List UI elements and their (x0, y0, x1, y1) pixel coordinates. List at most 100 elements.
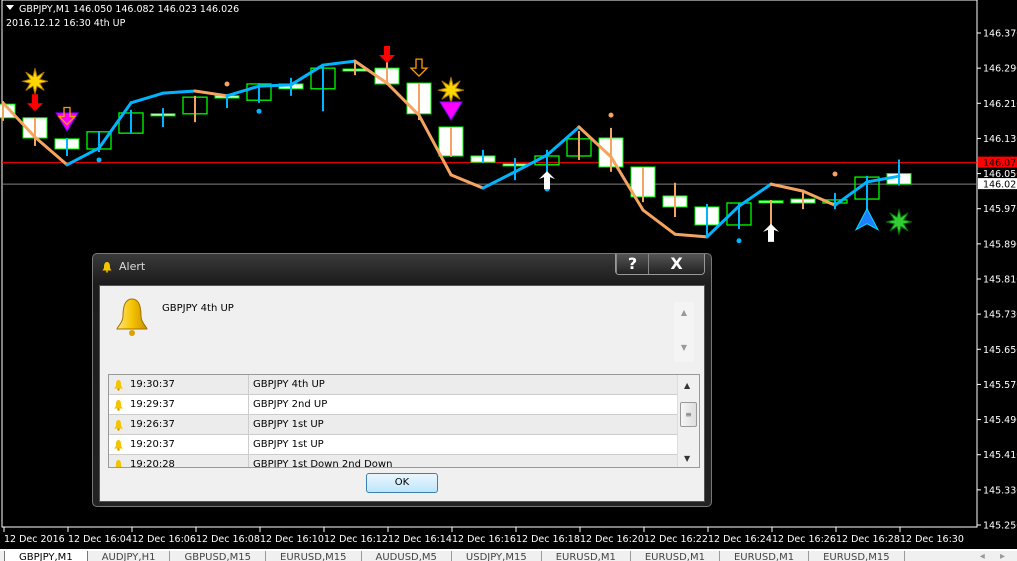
tab-scroll-arrows[interactable]: ◂ ▸ (980, 551, 1017, 561)
alert-row[interactable]: 19:30:37 GBPJPY 4th UP (109, 375, 699, 395)
time-label: 12 Dec 16:22 (644, 534, 708, 545)
collapse-triangle-icon[interactable] (6, 5, 14, 10)
alert-text: GBPJPY 1st Down 2nd Down (253, 459, 393, 468)
price-label: 146.290 (983, 64, 1017, 75)
time-label: 12 Dec 16:14 (388, 534, 452, 545)
alert-row[interactable]: 19:20:28 GBPJPY 1st Down 2nd Down (109, 455, 699, 468)
chart-tab[interactable]: EURUSD,M1 (720, 551, 810, 561)
white-up-arrow-icon (539, 171, 555, 190)
chart-tabs: GBPJPY,M1 AUDJPY,H1 GBPUSD,M15 EURUSD,M15 AU… (0, 549, 1017, 561)
trend-line-segment (449, 173, 485, 190)
chart-tab[interactable]: EURUSD,M15 (809, 551, 905, 561)
alert-text: GBPJPY 1st UP (253, 419, 324, 430)
price-label: 146.370 (983, 29, 1017, 40)
bell-icon (114, 419, 123, 431)
alert-row[interactable]: 19:29:37 GBPJPY 2nd UP (109, 395, 699, 415)
signal-dot (224, 81, 230, 87)
alert-titlebar[interactable]: Alert (101, 260, 145, 273)
chart-tab[interactable]: EURUSD,M1 (631, 551, 720, 561)
chart-tab[interactable]: GBPJPY,M1 (4, 551, 88, 561)
candle (182, 95, 208, 123)
alert-time: 19:29:37 (130, 398, 175, 410)
trend-line-segment (257, 83, 293, 88)
alert-time: 19:20:28 (130, 458, 175, 468)
chart-tab[interactable]: EURUSD,M1 (542, 551, 631, 561)
trend-line-segment (545, 125, 581, 157)
ok-button[interactable]: OK (366, 473, 438, 493)
time-label: 12 Dec 16:06 (132, 534, 196, 545)
scroll-thumb[interactable]: ≡ (680, 402, 697, 427)
message-scrollbar[interactable]: ▲ ▼ (674, 302, 694, 362)
time-label: 12 Dec 16:16 (452, 534, 516, 545)
price-label: 145.970 (983, 204, 1017, 215)
time-label: 12 Dec 16:28 (836, 534, 900, 545)
time-label: 12 Dec 16:12 (324, 534, 388, 545)
bell-icon (114, 379, 123, 391)
signal-dot (256, 108, 262, 114)
green-star-icon (885, 208, 913, 236)
chart-tab[interactable]: USDJPY,M15 (452, 551, 542, 561)
red-down-arrow-icon (379, 45, 395, 63)
time-label: 12 Dec 16:18 (516, 534, 580, 545)
trend-line-segment (97, 101, 133, 150)
last-signal: 2016.12.12 16:30 4th UP (6, 18, 126, 29)
trend-line-segment (289, 63, 325, 87)
help-button[interactable]: ? (616, 254, 648, 274)
gold-star-icon (21, 68, 49, 95)
price-label: 145.330 (983, 485, 1017, 496)
signal-dot (736, 238, 742, 244)
magenta-down-triangle-icon (55, 112, 79, 132)
magenta-down-triangle-icon (439, 101, 463, 121)
bell-icon (114, 439, 123, 451)
scroll-down-icon[interactable]: ▼ (684, 454, 690, 463)
signal-dot (96, 157, 102, 163)
alert-time: 19:26:37 (130, 418, 175, 430)
alert-title: Alert (119, 260, 146, 273)
price-label: 145.890 (983, 239, 1017, 250)
trend-line-segment (769, 182, 805, 193)
time-label: 12 Dec 16:26 (772, 534, 836, 545)
price-label: 145.490 (983, 415, 1017, 426)
price-label: 145.810 (983, 275, 1017, 286)
chart-tab[interactable]: GBPUSD,M15 (170, 551, 267, 561)
list-scrollbar[interactable]: ▲ ≡ ▼ (677, 375, 699, 467)
time-label: 12 Dec 16:08 (196, 534, 260, 545)
price-label: 145.410 (983, 450, 1017, 461)
time-label: 12 Dec 16:20 (580, 534, 644, 545)
alert-row[interactable]: 19:26:37 GBPJPY 1st UP (109, 415, 699, 435)
candle (54, 137, 80, 156)
candle (438, 126, 464, 157)
symbol-ohlc: GBPJPY,M1 146.050 146.082 146.023 146.02… (19, 4, 240, 15)
gold-star-icon (437, 76, 465, 104)
orange-down-arrow-icon (409, 58, 429, 78)
trend-line-segment (481, 170, 517, 190)
price-label: 145.730 (983, 310, 1017, 321)
alert-row[interactable]: 19:20:37 GBPJPY 1st UP (109, 435, 699, 455)
chart-tab[interactable]: AUDJPY,H1 (88, 551, 171, 561)
price-label: 146.130 (983, 134, 1017, 145)
signal-dot (832, 171, 838, 177)
chart-tab[interactable]: EURUSD,M15 (266, 551, 362, 561)
candle (470, 149, 496, 164)
alert-time: 19:30:37 (130, 378, 175, 390)
trend-line-segment (161, 89, 197, 95)
close-button[interactable]: X (648, 254, 704, 274)
signal-dot (608, 112, 614, 118)
time-label: 12 Dec 16:10 (260, 534, 324, 545)
blue-up-arrow-icon (854, 207, 880, 231)
bid-price-label: 146.075 (983, 158, 1017, 169)
candle (150, 108, 176, 128)
time-label: 12 Dec 16:04 (68, 534, 132, 545)
candle (662, 182, 688, 218)
bell-icon (102, 261, 112, 273)
time-label: 12 Dec 16:24 (708, 534, 772, 545)
scroll-up-icon[interactable]: ▲ (684, 381, 690, 390)
chart-tab[interactable]: AUDUSD,M5 (362, 551, 452, 561)
alert-text: GBPJPY 2nd UP (253, 399, 328, 410)
trend-line-segment (641, 208, 677, 236)
candle (22, 117, 48, 146)
time-label: 12 Dec 16:30 (900, 534, 964, 545)
white-up-arrow-icon (763, 223, 779, 242)
red-down-arrow-icon (27, 94, 43, 112)
trend-line-segment (833, 180, 869, 207)
